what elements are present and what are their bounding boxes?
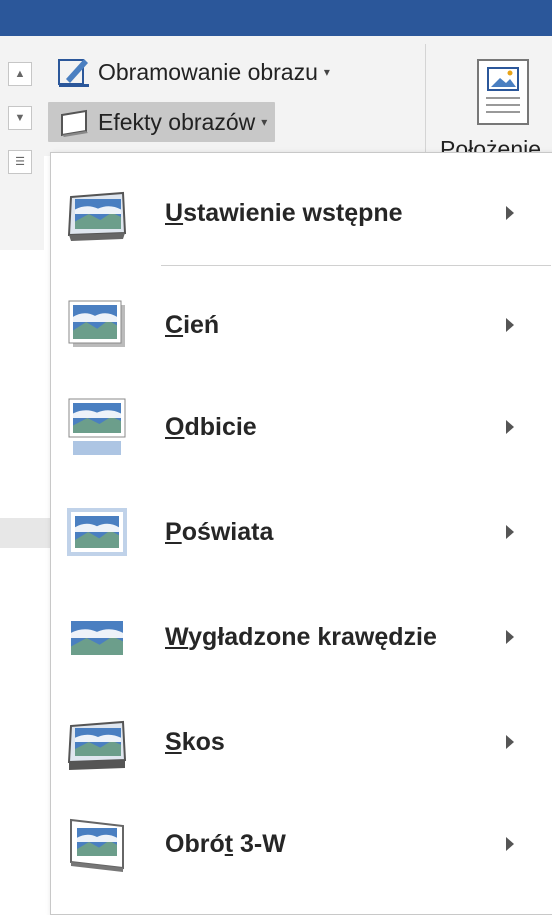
accelerator-key: P [165,517,182,546]
gallery-scroll-strip: ▲ ▼ ☰ [0,50,44,250]
gallery-more-button[interactable]: ☰ [8,150,32,174]
ribbon-group-separator [425,44,426,154]
preset-picture-icon [65,183,129,243]
picture-border-button[interactable]: Obramowanie obrazu ▾ [48,52,338,92]
label-part: stawienie wstępne [183,198,403,227]
submenu-arrow-icon [506,735,514,749]
menu-item-label: Ustawienie wstępne [165,199,403,228]
submenu-arrow-icon [506,420,514,434]
chevron-down-icon: ▾ [261,115,268,129]
submenu-arrow-icon [506,206,514,220]
menu-item-soft-edges[interactable]: Wygładzone krawędzie [51,583,551,691]
menu-item-bevel[interactable]: Skos [51,688,551,796]
menu-item-preset[interactable]: Ustawienie wstępne [51,159,551,267]
picture-effects-icon [61,109,88,137]
gallery-scroll-up-button[interactable]: ▲ [8,62,32,86]
title-bar [0,0,552,36]
label-part: ygładzone krawędzie [188,622,437,651]
accelerator-key: W [165,622,189,651]
3d-rotation-picture-icon [65,814,129,874]
glow-picture-icon [65,502,129,562]
label-part: 3-W [233,829,286,858]
bevel-picture-icon [65,712,129,772]
picture-effects-button[interactable]: Efekty obrazów ▾ [48,102,276,142]
menu-item-shadow[interactable]: Cień [51,271,551,379]
menu-item-label: Poświata [165,518,273,547]
chevron-down-icon: ▾ [323,65,330,79]
accelerator-key: S [165,727,182,756]
gallery-scroll-down-button[interactable]: ▼ [8,106,32,130]
label-part: kos [181,727,225,756]
submenu-arrow-icon [506,837,514,851]
menu-item-label: Wygładzone krawędzie [165,623,437,652]
menu-item-glow[interactable]: Poświata [51,478,551,586]
picture-effects-menu: Ustawienie wstępne Cień Odbicie Poświata Wyg… [50,152,552,915]
submenu-arrow-icon [506,525,514,539]
menu-item-label: Odbicie [165,413,257,442]
menu-item-reflection[interactable]: Odbicie [51,373,551,481]
menu-item-label: Skos [165,728,225,757]
submenu-arrow-icon [506,318,514,332]
label-part: Obró [165,829,225,858]
accelerator-key: t [224,829,234,858]
submenu-arrow-icon [506,630,514,644]
label-part: dbicie [184,412,257,441]
position-icon [477,59,529,125]
shadow-picture-icon [65,295,129,355]
accelerator-key: U [165,198,184,227]
menu-item-label: Obrót 3-W [165,830,286,859]
position-button[interactable]: Położenie [430,44,552,162]
picture-border-icon [58,59,89,87]
menu-item-3d-rotation[interactable]: Obrót 3-W [51,790,551,898]
soft-edges-picture-icon [65,607,129,667]
accelerator-key: C [165,310,184,339]
label-part: oświata [181,517,274,546]
label-part: ień [183,310,220,339]
picture-border-label: Obramowanie obrazu [98,58,318,85]
accelerator-key: O [165,412,185,441]
reflection-picture-icon [65,397,129,457]
menu-item-label: Cień [165,311,219,340]
picture-effects-label: Efekty obrazów [98,108,256,135]
